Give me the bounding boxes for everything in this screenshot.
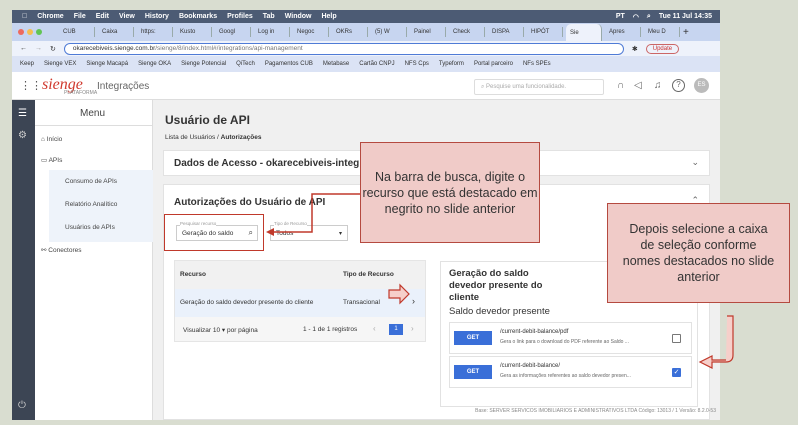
callout-checkbox-instruction: Depois selecione a caixa de seleção conf… (607, 203, 790, 303)
callout-search-instruction: Na barra de busca, digite o recurso que … (360, 142, 540, 243)
arrow-to-row-icon (388, 283, 410, 305)
arrowhead (266, 228, 274, 236)
arrow-to-checkbox-icon (698, 315, 734, 369)
arrow-to-search (272, 193, 361, 233)
